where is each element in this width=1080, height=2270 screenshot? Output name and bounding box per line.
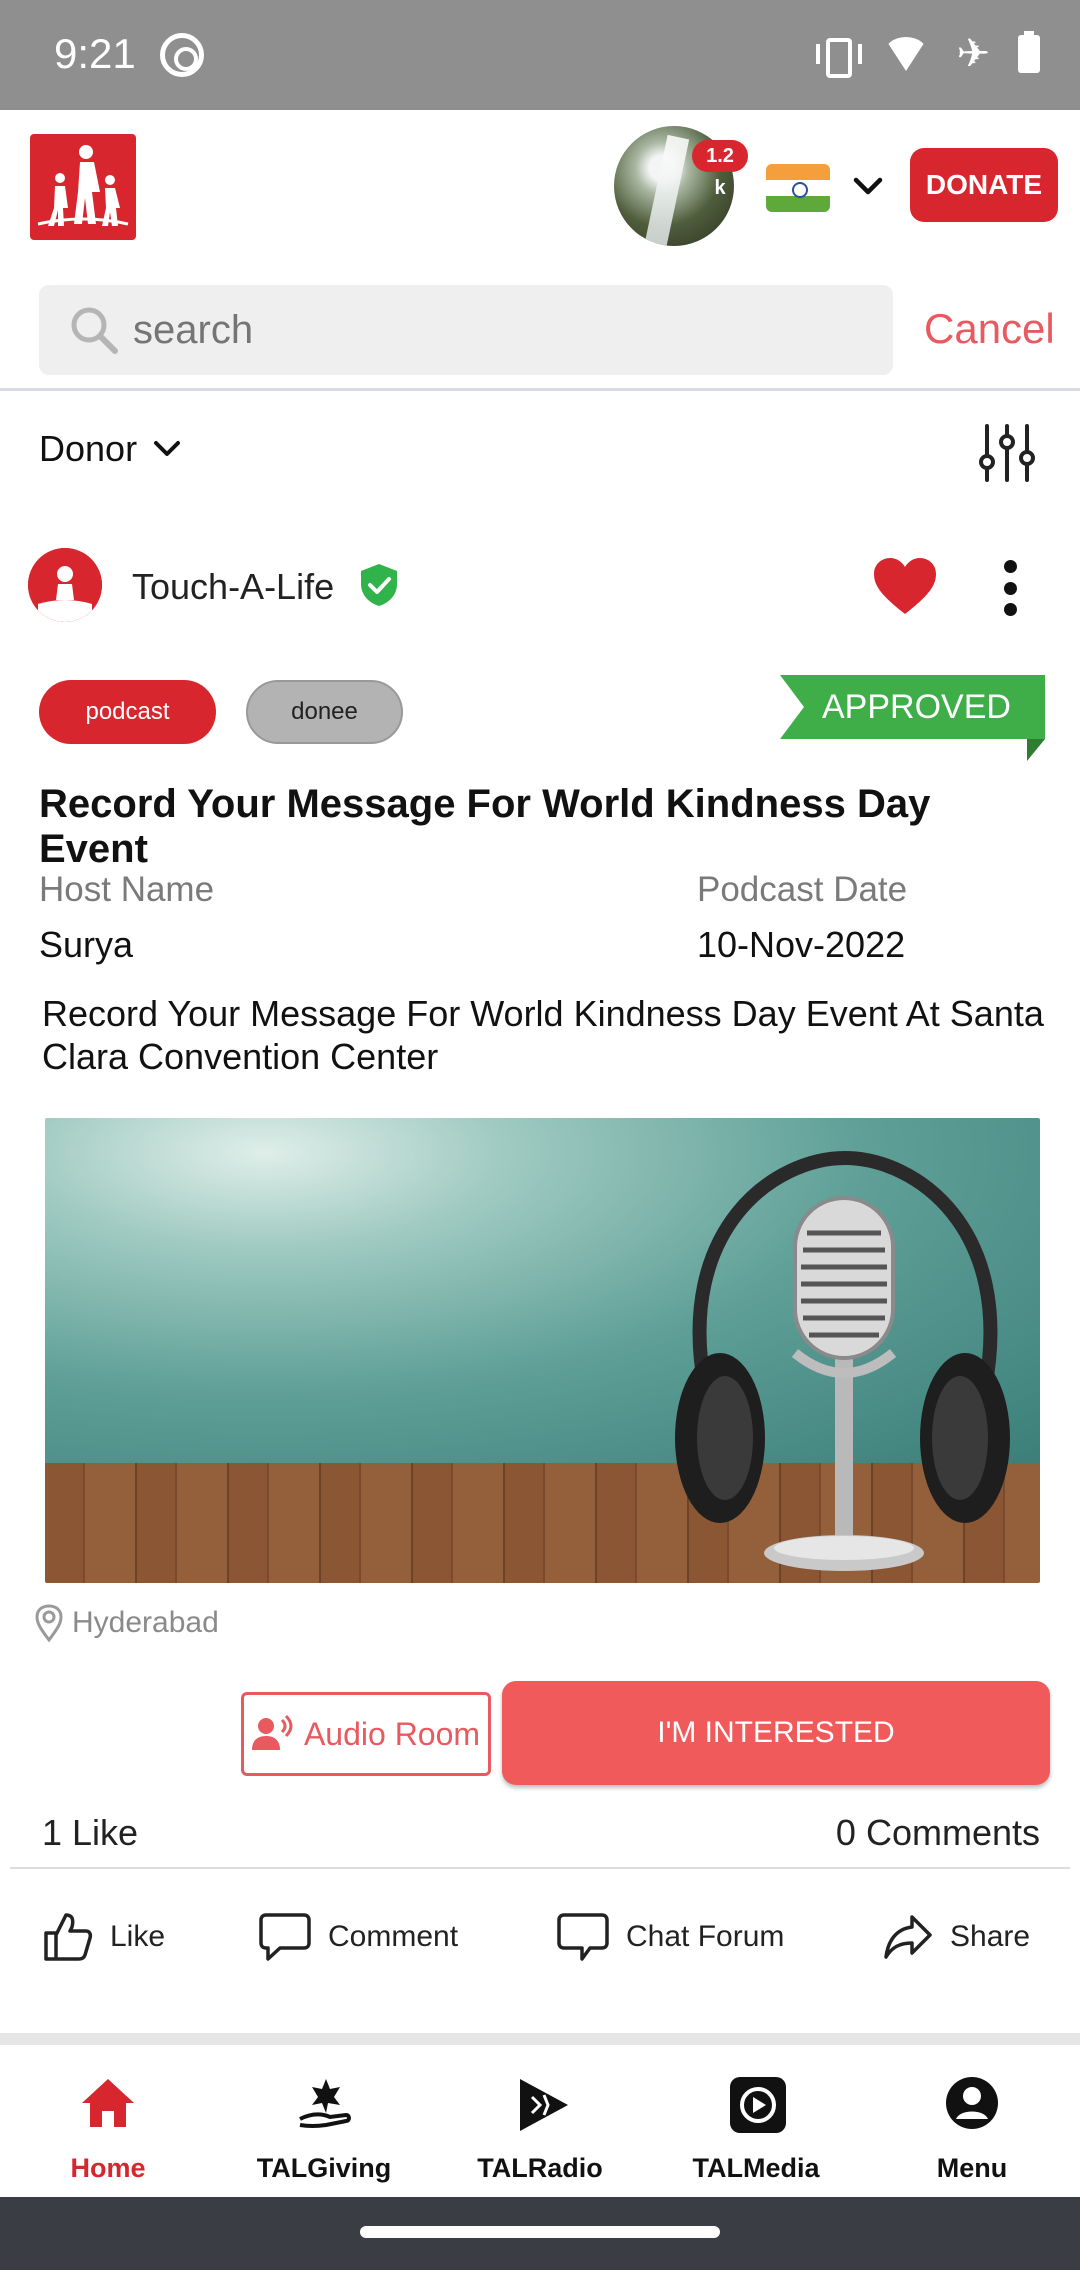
chevron-down-icon bbox=[154, 441, 181, 456]
role-dropdown-label: Donor bbox=[39, 428, 138, 469]
giving-hand-icon bbox=[299, 2079, 351, 2128]
engagement-counts: 1 Like 0 Comments bbox=[0, 1812, 1080, 1868]
host-label: Host Name bbox=[39, 870, 215, 909]
share-button[interactable]: Share bbox=[882, 1900, 1030, 1974]
post-image[interactable] bbox=[45, 1118, 1040, 1583]
chat-forum-button[interactable]: Chat Forum bbox=[556, 1900, 784, 1974]
org-name[interactable]: Touch-A-Life bbox=[132, 566, 334, 608]
post-title: Record Your Message For World Kindness D… bbox=[39, 782, 931, 871]
nav-separator bbox=[0, 2033, 1080, 2045]
status-time: 9:21 bbox=[54, 30, 136, 77]
status-icons: ✈ bbox=[816, 31, 1040, 78]
org-avatar[interactable] bbox=[28, 548, 102, 622]
sync-status-icon bbox=[160, 33, 204, 77]
location: Hyderabad bbox=[34, 1604, 219, 1642]
microphone-headphones-image bbox=[675, 1150, 1010, 1571]
app-header: 1.2 k DONATE bbox=[0, 110, 1080, 275]
more-options-icon[interactable] bbox=[998, 560, 1022, 616]
family-logo-icon bbox=[37, 145, 129, 226]
tag-donee[interactable]: donee bbox=[246, 680, 403, 744]
cancel-button[interactable]: Cancel bbox=[924, 305, 1055, 353]
tag-podcast[interactable]: podcast bbox=[39, 680, 216, 744]
post-header: Touch-A-Life bbox=[0, 540, 1080, 640]
thumbs-up-icon bbox=[44, 1913, 93, 1961]
wifi-icon bbox=[884, 37, 929, 71]
india-flag-icon[interactable] bbox=[766, 164, 830, 212]
likes-count[interactable]: 1 Like bbox=[42, 1812, 138, 1854]
ribbon-fold bbox=[1027, 739, 1045, 761]
nav-talradio-label: TALRadio bbox=[477, 2153, 603, 2183]
org-logo-icon bbox=[28, 548, 102, 622]
vibrate-icon bbox=[816, 34, 863, 78]
nav-talgiving-label: TALGiving bbox=[256, 2153, 392, 2183]
donate-button[interactable]: DONATE bbox=[910, 148, 1058, 222]
nav-talmedia-label: TALMedia bbox=[692, 2153, 820, 2183]
location-text: Hyderabad bbox=[72, 1606, 219, 1639]
like-button[interactable]: Like bbox=[42, 1900, 165, 1974]
chat-forum-label: Chat Forum bbox=[626, 1920, 785, 1953]
status-bar: 9:21 ✈ bbox=[0, 0, 1080, 110]
role-dropdown[interactable]: Donor bbox=[39, 428, 183, 470]
system-navigation-bar bbox=[0, 2197, 1080, 2270]
approved-ribbon: APPROVED bbox=[780, 675, 1045, 739]
chevron-down-icon[interactable] bbox=[850, 168, 886, 204]
nav-talmedia[interactable]: TALMedia bbox=[648, 2045, 864, 2197]
nav-talradio[interactable]: TALRadio bbox=[432, 2045, 648, 2197]
post-tags: podcast donee bbox=[39, 680, 403, 744]
search-bar: Cancel bbox=[0, 275, 1080, 391]
share-label: Share bbox=[950, 1920, 1031, 1953]
chat-bubble-icon bbox=[557, 1913, 609, 1961]
audio-person-icon bbox=[251, 1714, 293, 1750]
home-icon bbox=[82, 2079, 134, 2127]
nav-home[interactable]: Home bbox=[0, 2045, 216, 2197]
audio-room-label: Audio Room bbox=[303, 1715, 481, 1752]
comments-count[interactable]: 0 Comments bbox=[836, 1812, 1040, 1854]
search-input[interactable] bbox=[133, 285, 833, 375]
date-label: Podcast Date bbox=[697, 870, 908, 909]
comment-label: Comment bbox=[328, 1920, 459, 1953]
post-description: Record Your Message For World Kindness D… bbox=[42, 993, 1044, 1077]
heart-icon[interactable] bbox=[872, 556, 938, 616]
radio-play-icon bbox=[520, 2079, 568, 2131]
notification-badge: 1.2 k bbox=[692, 140, 748, 199]
filter-row: Donor bbox=[0, 394, 1080, 506]
media-play-icon bbox=[730, 2077, 786, 2133]
location-pin-icon bbox=[35, 1604, 63, 1642]
search-icon bbox=[71, 307, 118, 354]
comment-button[interactable]: Comment bbox=[258, 1900, 458, 1974]
divider bbox=[10, 1867, 1070, 1869]
nav-menu-label: Menu bbox=[936, 2153, 1008, 2183]
like-label: Like bbox=[110, 1920, 166, 1953]
date-value: 10-Nov-2022 bbox=[697, 924, 906, 965]
im-interested-button[interactable]: I'M INTERESTED bbox=[502, 1681, 1050, 1785]
filter-sliders-icon[interactable] bbox=[978, 422, 1036, 484]
host-value: Surya bbox=[39, 924, 134, 965]
app-logo[interactable] bbox=[30, 134, 136, 240]
home-gesture-handle[interactable] bbox=[360, 2226, 720, 2238]
comment-bubble-icon bbox=[259, 1913, 311, 1961]
profile-avatar[interactable]: 1.2 k bbox=[614, 126, 748, 246]
post-actions: Like Comment Chat Forum Share bbox=[0, 1900, 1080, 1974]
host-info: Host Name Surya bbox=[39, 870, 214, 966]
nav-talgiving[interactable]: TALGiving bbox=[216, 2045, 432, 2197]
nav-menu[interactable]: Menu bbox=[864, 2045, 1080, 2197]
nav-home-label: Home bbox=[70, 2153, 146, 2183]
battery-icon bbox=[1018, 31, 1040, 73]
search-box[interactable] bbox=[39, 285, 893, 375]
date-info: Podcast Date 10-Nov-2022 bbox=[697, 870, 907, 966]
airplane-icon: ✈ bbox=[956, 32, 990, 76]
share-arrow-icon bbox=[884, 1915, 932, 1959]
account-circle-icon bbox=[946, 2077, 998, 2129]
bottom-navigation: Home TALGiving TALRadio TALMedia Menu bbox=[0, 2045, 1080, 2197]
verified-shield-icon bbox=[361, 564, 397, 606]
audio-room-button[interactable]: Audio Room bbox=[241, 1692, 491, 1776]
